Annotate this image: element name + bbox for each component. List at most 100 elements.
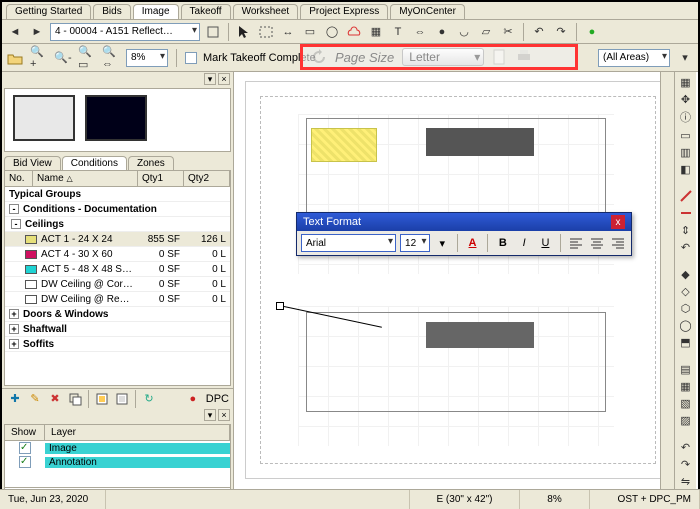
rvt-layer3-icon[interactable]: ▧ <box>677 396 695 410</box>
checkmark-icon[interactable]: ● <box>583 23 601 41</box>
copy-button[interactable] <box>66 391 84 407</box>
thumbnail-2[interactable] <box>85 95 147 141</box>
areas-extra-icon[interactable]: ▾ <box>676 49 694 67</box>
rvt-tool-b-icon[interactable]: ◇ <box>677 284 695 298</box>
layer-image-checkbox[interactable] <box>19 442 31 454</box>
zoom-out-icon[interactable]: 🔍- <box>54 49 72 67</box>
text-tool-icon[interactable]: T <box>389 23 407 41</box>
redo-button[interactable]: ↷ <box>552 23 570 41</box>
rvt-cell-icon[interactable]: ▥ <box>677 145 695 159</box>
rvt-undo-icon[interactable]: ↶ <box>677 240 695 254</box>
group-soffits[interactable]: +Soffits <box>5 337 230 352</box>
print-icon[interactable] <box>516 49 532 65</box>
font-size-combo[interactable]: 12 <box>400 234 430 252</box>
nav-prev-button[interactable]: ◄ <box>6 23 24 41</box>
highlight-tool-icon[interactable]: ▦ <box>367 23 385 41</box>
font-family-combo[interactable]: Arial <box>301 234 396 252</box>
cloud-tool-icon[interactable] <box>345 23 363 41</box>
rvt-rot-r-icon[interactable]: ↷ <box>677 457 695 471</box>
underline-button[interactable]: U <box>537 234 554 252</box>
condition-row[interactable]: ACT 5 - 48 X 48 S…0 SF0 L <box>5 262 230 277</box>
layer-row-image[interactable]: Image <box>5 441 230 455</box>
count-tool-icon[interactable]: ● <box>433 23 451 41</box>
col-show[interactable]: Show <box>5 425 45 440</box>
tab-bids[interactable]: Bids <box>93 4 130 19</box>
tab-zones[interactable]: Zones <box>128 156 174 170</box>
font-size-dropdown-icon[interactable]: ▾ <box>434 234 451 252</box>
italic-button[interactable]: I <box>515 234 532 252</box>
pointer-tool-icon[interactable] <box>235 23 253 41</box>
canvas[interactable]: Text Format x Arial 12 ▾ A B I U <box>234 72 698 508</box>
rvt-tool-e-icon[interactable]: ⬒ <box>677 335 695 349</box>
condition-row[interactable]: ACT 4 - 30 X 600 SF0 L <box>5 247 230 262</box>
font-color-button[interactable]: A <box>464 234 481 252</box>
annotation-node[interactable] <box>276 302 284 310</box>
text-format-close-button[interactable]: x <box>611 215 625 229</box>
tab-worksheet[interactable]: Worksheet <box>233 4 299 19</box>
cut-tool-icon[interactable]: ✂ <box>499 23 517 41</box>
condition-row[interactable]: DW Ceiling @ Re…0 SF0 L <box>5 292 230 307</box>
rvt-tool-d-icon[interactable]: ◯ <box>677 318 695 332</box>
zoom-combo[interactable]: 8% <box>126 49 168 67</box>
rvt-page-icon[interactable]: ▭ <box>677 128 695 142</box>
tab-getting-started[interactable]: Getting Started <box>6 4 91 19</box>
shape-rect-icon[interactable]: ▭ <box>301 23 319 41</box>
dim-tool-icon[interactable]: ⇔ <box>411 23 429 41</box>
areas-combo[interactable]: (All Areas) <box>598 49 670 67</box>
col-layer[interactable]: Layer <box>45 425 230 440</box>
group-typical[interactable]: Typical Groups <box>5 187 230 202</box>
takeoff-highlight[interactable] <box>311 128 377 162</box>
tab-project-express[interactable]: Project Express <box>300 4 388 19</box>
rvt-flip-h-icon[interactable]: ⇋ <box>677 474 695 488</box>
text-format-toolbar[interactable]: Text Format x Arial 12 ▾ A B I U <box>296 212 632 256</box>
zoom-in-icon[interactable]: 🔍+ <box>30 49 48 67</box>
page-size-combo[interactable]: Letter <box>402 48 484 66</box>
tab-takeoff[interactable]: Takeoff <box>181 4 231 19</box>
edit-button[interactable]: ✎ <box>26 391 44 407</box>
rvt-pan-icon[interactable]: ✥ <box>677 92 695 106</box>
rvt-rot-l-icon[interactable]: ↶ <box>677 440 695 454</box>
measure-tool-icon[interactable]: ↔ <box>279 23 297 41</box>
zoom-region-icon[interactable]: 🔍▭ <box>78 49 96 67</box>
delete-button[interactable]: ✖ <box>46 391 64 407</box>
col-qty2[interactable]: Qty2 <box>184 171 230 186</box>
layer-annotation-checkbox[interactable] <box>19 456 31 468</box>
dpc-record-button[interactable]: ● <box>184 391 202 407</box>
rvt-layer2-icon[interactable]: ▦ <box>677 379 695 393</box>
group-shaftwall[interactable]: +Shaftwall <box>5 322 230 337</box>
rvt-tool-a-icon[interactable]: ◆ <box>677 267 695 281</box>
zoom-fit-icon[interactable]: 🔍⇔ <box>102 49 120 67</box>
thumb-pin-button[interactable]: ▾ <box>204 73 216 85</box>
refresh-button[interactable]: ↻ <box>140 391 158 407</box>
layer-row-annotation[interactable]: Annotation <box>5 455 230 469</box>
col-name[interactable]: Name △ <box>33 171 138 186</box>
group-cond-doc[interactable]: -Conditions - Documentation <box>5 202 230 217</box>
align-right-button[interactable] <box>610 234 627 252</box>
page-selector-combo[interactable]: 4 - 00004 - A151 Reflect… <box>50 23 200 41</box>
col-qty1[interactable]: Qty1 <box>138 171 184 186</box>
layer-close-button[interactable]: × <box>218 409 230 421</box>
page-icon[interactable] <box>492 49 508 65</box>
align-center-button[interactable] <box>588 234 605 252</box>
text-format-title-bar[interactable]: Text Format x <box>297 213 631 231</box>
bold-button[interactable]: B <box>494 234 511 252</box>
nav-next-button[interactable]: ► <box>28 23 46 41</box>
condition-row[interactable]: DW Ceiling @ Cor…0 SF0 L <box>5 277 230 292</box>
rvt-view-icon[interactable]: ◧ <box>677 162 695 176</box>
thumbnail-1[interactable] <box>13 95 75 141</box>
rvt-info-icon[interactable]: ⓘ <box>677 109 695 125</box>
group-ceilings[interactable]: -Ceilings <box>5 217 230 232</box>
rotate-icon[interactable] <box>311 49 327 65</box>
arc-tool-icon[interactable]: ◡ <box>455 23 473 41</box>
thumb-close-button[interactable]: × <box>218 73 230 85</box>
open-icon[interactable] <box>6 49 24 67</box>
rvt-layer4-icon[interactable]: ▨ <box>677 413 695 427</box>
area-tool-icon[interactable]: ▱ <box>477 23 495 41</box>
add-button[interactable]: ✚ <box>6 391 24 407</box>
col-no[interactable]: No. <box>5 171 33 186</box>
rvt-layer1-icon[interactable]: ▤ <box>677 362 695 376</box>
tab-bid-view[interactable]: Bid View <box>4 156 61 170</box>
undo-button[interactable]: ↶ <box>530 23 548 41</box>
select-tool-icon[interactable] <box>257 23 275 41</box>
align-left-button[interactable] <box>567 234 584 252</box>
